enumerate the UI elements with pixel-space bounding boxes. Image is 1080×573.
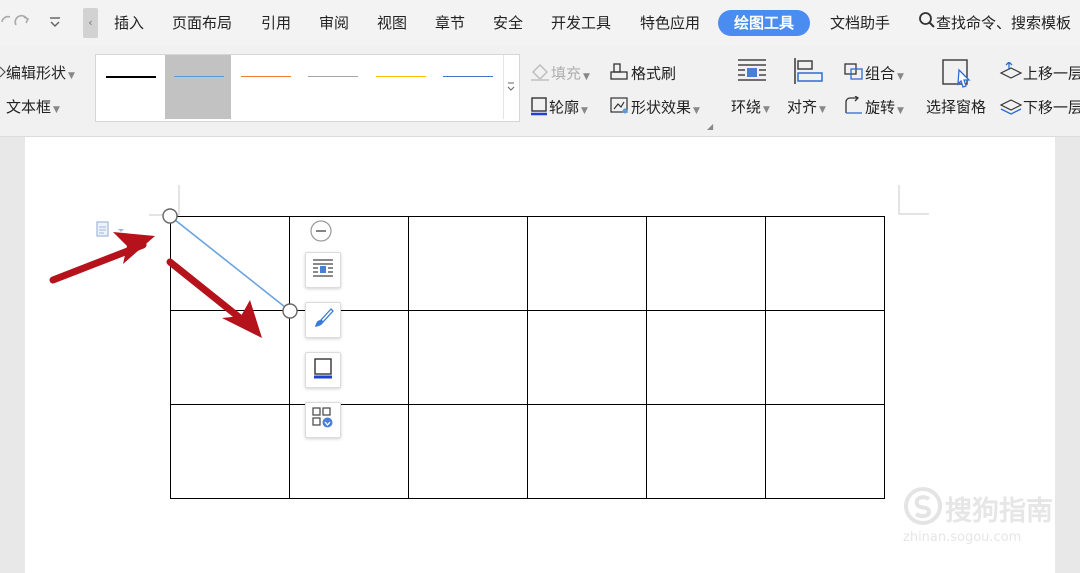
shape-style-gallery — [95, 54, 520, 122]
search-label: 查找命令、搜索模板 — [936, 14, 1072, 32]
table-cell[interactable] — [527, 404, 647, 499]
wrap-label: 环绕 — [731, 98, 762, 116]
watermark-logo — [903, 486, 943, 530]
tab-doc-assistant[interactable]: 文档助手 — [830, 0, 890, 46]
gallery-more-button[interactable] — [503, 55, 518, 119]
table-cell[interactable] — [408, 216, 528, 311]
group-icon — [843, 62, 865, 86]
selection-pane-icon — [941, 58, 973, 92]
selection-pane-button[interactable]: 选择窗格 — [926, 96, 986, 117]
fill-button[interactable]: 填充 ▼ — [529, 62, 590, 86]
table-cell[interactable] — [765, 310, 885, 405]
wrap-icon — [737, 58, 767, 88]
shape-effects-button[interactable]: 形状效果 ▼ — [609, 96, 700, 120]
table-cell[interactable] — [527, 310, 647, 405]
line-start-handle[interactable] — [162, 208, 178, 224]
line-style-gray[interactable] — [308, 76, 358, 77]
tab-special-apps[interactable]: 特色应用 — [640, 0, 700, 46]
bring-forward-label: 上移一层 — [1023, 64, 1080, 83]
table-cell[interactable] — [765, 404, 885, 499]
edit-shape-button[interactable]: 编辑形状 ▼ — [0, 62, 75, 84]
tab-drawing-tools[interactable]: 绘图工具 — [718, 10, 811, 36]
edit-shape-label: 编辑形状 — [6, 64, 67, 82]
selection-pane-label: 选择窗格 — [926, 98, 987, 116]
outline-button[interactable]: 轮廓 ▼ — [529, 96, 588, 120]
align-button[interactable]: 对齐 ▼ — [787, 96, 826, 117]
outline-label: 轮廓 — [549, 98, 580, 117]
table-cell[interactable] — [170, 404, 290, 499]
format-painter-icon — [609, 62, 631, 86]
line-style-dark-blue[interactable] — [443, 76, 493, 77]
selected-style-highlight — [165, 55, 231, 119]
dropdown-icon[interactable] — [48, 14, 62, 34]
rotate-button[interactable]: 旋转 ▼ — [843, 95, 904, 120]
group-label: 组合 — [865, 64, 896, 83]
line-style-gold[interactable] — [376, 76, 426, 77]
red-arrow-up — [49, 232, 155, 284]
line-style-orange[interactable] — [241, 76, 291, 77]
redo-icon[interactable] — [13, 13, 31, 35]
more-options-icon — [311, 406, 335, 434]
tab-page-layout[interactable]: 页面布局 — [172, 0, 232, 46]
bring-forward-button[interactable]: 上移一层 — [999, 61, 1080, 86]
shape-effects-icon — [609, 96, 631, 120]
wrap-text-icon — [312, 258, 334, 282]
margin-mark-right — [898, 185, 929, 215]
group-button[interactable]: 组合 ▼ — [843, 62, 904, 86]
rotate-icon — [843, 95, 865, 120]
fill-label: 填充 — [551, 64, 582, 83]
send-backward-icon — [999, 96, 1023, 120]
diagonal-line-shape[interactable] — [169, 215, 291, 312]
shape-effects-label: 形状效果 — [631, 98, 692, 117]
tab-view[interactable]: 视图 — [377, 0, 407, 46]
table-cell[interactable] — [408, 310, 528, 405]
format-painter-button[interactable]: 格式刷 — [609, 62, 676, 86]
table-cell[interactable] — [646, 216, 766, 311]
more-options-button[interactable] — [305, 402, 341, 438]
table-row — [170, 404, 885, 499]
shape-style-icon — [312, 307, 334, 333]
table-cell[interactable] — [646, 310, 766, 405]
text-box-label: 文本框 — [6, 98, 52, 116]
table-cell[interactable] — [646, 404, 766, 499]
wrap-text-button[interactable] — [305, 252, 341, 288]
tab-chapter[interactable]: 章节 — [435, 0, 465, 46]
table-cell[interactable] — [765, 216, 885, 311]
send-backward-label: 下移一层 — [1023, 98, 1080, 117]
watermark-brand: 搜狗指南 — [945, 496, 1053, 527]
tab-review[interactable]: 审阅 — [319, 0, 349, 46]
dialog-launcher-icon[interactable]: ◢ — [707, 122, 713, 131]
search-icon — [918, 1, 936, 47]
tab-security[interactable]: 安全 — [493, 0, 523, 46]
send-backward-button[interactable]: 下移一层 — [999, 96, 1080, 120]
fill-bucket-icon — [529, 62, 551, 86]
line-end-handle[interactable] — [282, 303, 298, 319]
wrap-button[interactable]: 环绕 ▼ — [731, 96, 770, 117]
align-label: 对齐 — [787, 98, 818, 116]
annotation-overlay — [49, 208, 298, 338]
menu-bar: ‹ 插入 页面布局 引用 审阅 视图 章节 安全 开发工具 特色应用 绘图工具 … — [0, 0, 1080, 46]
tab-scroll-left-button[interactable]: ‹ — [83, 8, 98, 38]
shape-style-button[interactable] — [305, 302, 341, 338]
watermark-url: zhinan.sogou.com — [903, 530, 1022, 545]
red-arrow-down — [166, 258, 262, 338]
search-commands[interactable]: 查找命令、搜索模板 — [918, 0, 1071, 46]
rotate-label: 旋转 — [865, 98, 896, 117]
table-cell[interactable] — [527, 216, 647, 311]
outline-quick-button[interactable] — [305, 352, 341, 388]
format-painter-label: 格式刷 — [631, 64, 677, 83]
outline-quick-icon — [312, 357, 334, 383]
tab-insert[interactable]: 插入 — [114, 0, 144, 46]
collapse-toolbar-icon[interactable] — [309, 219, 333, 247]
text-box-button[interactable]: 文本框 ▼ — [6, 96, 60, 117]
line-style-blue[interactable] — [174, 76, 224, 77]
outline-icon — [529, 96, 549, 120]
undo-icon[interactable] — [0, 12, 11, 36]
tab-references[interactable]: 引用 — [261, 0, 291, 46]
line-style-black[interactable] — [106, 76, 156, 78]
align-icon — [793, 57, 825, 89]
tab-developer[interactable]: 开发工具 — [551, 0, 611, 46]
table-cell[interactable] — [408, 404, 528, 499]
bring-forward-icon — [999, 61, 1023, 86]
